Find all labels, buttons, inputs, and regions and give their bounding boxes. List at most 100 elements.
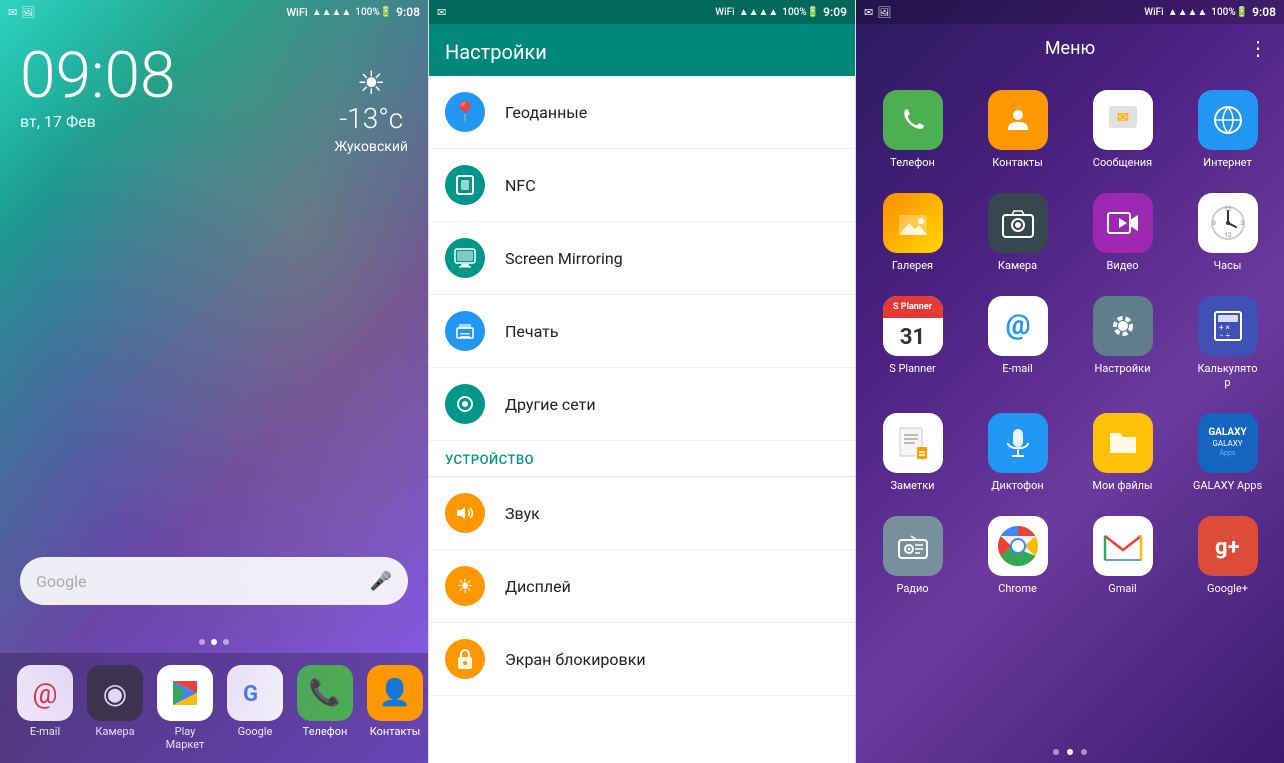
app-camera[interactable]: Камера [969,185,1066,280]
display-label: Дисплей [505,577,571,596]
app-contacts[interactable]: Контакты [969,82,1066,177]
home-battery-icon: 100%🔋 [355,7,392,18]
mic-icon[interactable]: 🎤 [370,571,392,592]
files-app-label: Мои файлы [1092,479,1152,492]
svg-text:G: G [243,682,258,707]
home-notification-icon: ✉ [8,6,17,19]
email-app-icon: @ [988,296,1048,356]
voice-app-icon [988,413,1048,473]
settings-list: 📍 Геоданные NFC [429,76,855,763]
svg-text:− ÷: − ÷ [1219,331,1231,340]
files-app-icon [1093,413,1153,473]
settings-item-print[interactable]: Печать [429,295,855,368]
notes-app-icon [883,413,943,473]
home-status-right: WiFi ▲▲▲▲ 100%🔋 9:08 [286,5,420,19]
dock-play-label: PlayМаркет [166,725,205,751]
home-dock: @ E-mail ◉ Камера PlayМаркет G G [0,653,428,763]
home-wifi-icon: WiFi [286,6,307,19]
menu-status-right: WiFi ▲▲▲▲ 100%🔋 9:08 [1144,5,1276,19]
home-image-icon: 🖼 [21,6,35,19]
app-notes[interactable]: Заметки [864,405,961,500]
home-panel: ✉ 🖼 WiFi ▲▲▲▲ 100%🔋 9:08 09:08 вт, 17 Фе… [0,0,428,763]
menu-signal-icon: ▲▲▲▲ [1168,7,1208,18]
settings-wifi-icon: WiFi [715,7,734,18]
video-app-icon [1093,193,1153,253]
display-icon: ☀ [445,566,485,606]
dot-2 [211,639,217,645]
dot-1 [199,639,205,645]
menu-status-bar: ✉ 🖼 WiFi ▲▲▲▲ 100%🔋 9:08 [856,0,1284,24]
dock-contacts-label: Контакты [370,725,421,738]
calc-app-label: Калькулятор [1197,362,1257,388]
app-clock[interactable]: 12 12 3 9 Часы [1179,185,1276,280]
phone-app-label: Телефон [890,156,935,169]
gplus-app-label: Google+ [1207,582,1248,595]
settings-item-display[interactable]: ☀ Дисплей [429,550,855,623]
mirroring-icon [445,238,485,278]
svg-text:12: 12 [1224,206,1231,213]
phone-app-icon [883,90,943,150]
settings-item-mirroring[interactable]: Screen Mirroring [429,222,855,295]
app-gplus[interactable]: g+ Google+ [1179,508,1276,603]
settings-item-lockscreen[interactable]: Экран блокировки [429,623,855,696]
settings-app-icon [1093,296,1153,356]
calc-app-icon: + × − ÷ [1198,296,1258,356]
menu-page-dots [856,741,1284,763]
menu-status-left: ✉ 🖼 [864,6,891,19]
nfc-label: NFC [505,176,536,195]
weather-temperature: -13°c [334,102,408,135]
clock-app-label: Часы [1214,259,1242,272]
app-browser[interactable]: Интернет [1179,82,1276,177]
settings-item-nfc[interactable]: NFC [429,149,855,222]
galaxy-app-label: GALAXY Apps [1193,479,1262,492]
search-placeholder: Google [36,572,370,591]
app-voice[interactable]: Диктофон [969,405,1066,500]
dock-google[interactable]: G G Google [220,665,290,738]
settings-section-device: УСТРОЙСТВО [429,441,855,477]
app-gmail[interactable]: Gmail [1074,508,1171,603]
home-status-bar: ✉ 🖼 WiFi ▲▲▲▲ 100%🔋 9:08 [0,0,428,24]
menu-title: Меню [1045,38,1095,59]
dock-phone-label: Телефон [303,725,348,738]
chrome-app-label: Chrome [998,582,1037,595]
app-galaxy[interactable]: GALAXY GALAXY Apps GALAXY Apps [1179,405,1276,500]
app-calc[interactable]: + × − ÷ Калькулятор [1179,288,1276,396]
print-icon [445,311,485,351]
menu-img-icon: 🖼 [877,6,891,19]
dock-phone[interactable]: 📞 Телефон [290,665,360,738]
gmail-app-label: Gmail [1108,582,1136,595]
settings-item-othernets[interactable]: Другие сети [429,368,855,441]
settings-title: Настройки [445,40,547,64]
dock-contacts[interactable]: 👤 Контакты [360,665,428,738]
home-signal-icon: ▲▲▲▲ [312,7,352,18]
chrome-app-icon [988,516,1048,576]
lockscreen-icon [445,639,485,679]
menu-more-button[interactable]: ⋮ [1248,36,1268,60]
settings-item-geodata[interactable]: 📍 Геоданные [429,76,855,149]
app-chrome[interactable]: Chrome [969,508,1066,603]
home-page-dots [0,635,428,653]
app-settings[interactable]: Настройки [1074,288,1171,396]
weather-city: Жуковский [334,139,408,155]
dock-email[interactable]: @ E-mail [10,665,80,738]
dock-email-label: E-mail [30,725,60,738]
notes-app-label: Заметки [890,479,934,492]
settings-item-sound[interactable]: Звук [429,477,855,550]
app-splanner[interactable]: S Planner 31 S Planner [864,288,961,396]
google-dock-icon: G G [227,665,283,721]
voice-app-label: Диктофон [991,479,1044,492]
app-radio[interactable]: Радио [864,508,961,603]
weather-sun-icon: ☀ [334,64,408,102]
dock-camera[interactable]: ◉ Камера [80,665,150,738]
contacts-dock-icon: 👤 [367,665,423,721]
google-search-bar[interactable]: Google 🎤 [20,557,408,605]
gallery-app-icon [883,193,943,253]
app-video[interactable]: Видео [1074,185,1171,280]
svg-text:g+: g+ [1215,535,1240,560]
app-gallery[interactable]: Галерея [864,185,961,280]
app-phone[interactable]: Телефон [864,82,961,177]
dock-play[interactable]: PlayМаркет [150,665,220,751]
app-files[interactable]: Мои файлы [1074,405,1171,500]
app-email[interactable]: @ E-mail [969,288,1066,396]
app-sms[interactable]: ✉ Сообщения [1074,82,1171,177]
